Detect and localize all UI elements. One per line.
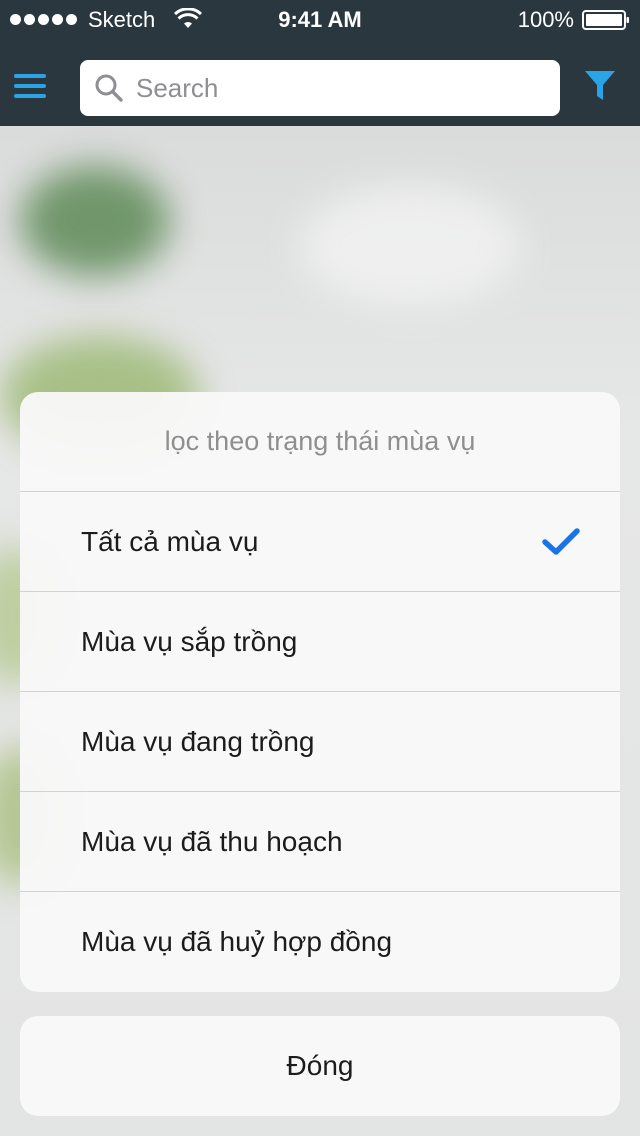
action-sheet-title: lọc theo trạng thái mùa vụ bbox=[20, 392, 620, 492]
funnel-filter-icon bbox=[585, 71, 615, 100]
search-placeholder: Search bbox=[136, 72, 219, 103]
close-button[interactable]: Đóng bbox=[20, 1016, 620, 1116]
option-label: Mùa vụ đã huỷ hợp đồng bbox=[81, 926, 393, 957]
option-all-seasons[interactable]: Tất cả mùa vụ bbox=[20, 492, 620, 592]
filter-button[interactable] bbox=[582, 66, 618, 106]
menu-button[interactable] bbox=[10, 66, 50, 106]
option-label: Mùa vụ sắp trồng bbox=[81, 625, 298, 657]
option-label: Tất cả mùa vụ bbox=[81, 525, 259, 557]
battery-icon bbox=[582, 10, 629, 30]
battery-percentage: 100% bbox=[517, 7, 574, 32]
option-contract-cancelled[interactable]: Mùa vụ đã huỷ hợp đồng bbox=[20, 892, 620, 992]
search-icon bbox=[95, 74, 123, 102]
status-bar: Sketch 9:41 AM 100% bbox=[0, 0, 640, 40]
option-harvested[interactable]: Mùa vụ đã thu hoạch bbox=[20, 792, 620, 892]
filter-action-sheet: lọc theo trạng thái mùa vụ Tất cả mùa vụ… bbox=[20, 392, 620, 992]
option-label: Mùa vụ đang trồng bbox=[81, 725, 315, 757]
option-upcoming-planting[interactable]: Mùa vụ sắp trồng bbox=[20, 592, 620, 692]
option-label: Mùa vụ đã thu hoạch bbox=[81, 825, 343, 857]
close-button-label: Đóng bbox=[286, 1050, 354, 1081]
checkmark-icon bbox=[542, 528, 580, 555]
hamburger-menu-icon bbox=[14, 74, 46, 98]
option-currently-planting[interactable]: Mùa vụ đang trồng bbox=[20, 692, 620, 792]
search-input[interactable]: Search bbox=[80, 60, 560, 116]
top-navigation-bar: Sketch 9:41 AM 100% Search bbox=[0, 0, 640, 126]
